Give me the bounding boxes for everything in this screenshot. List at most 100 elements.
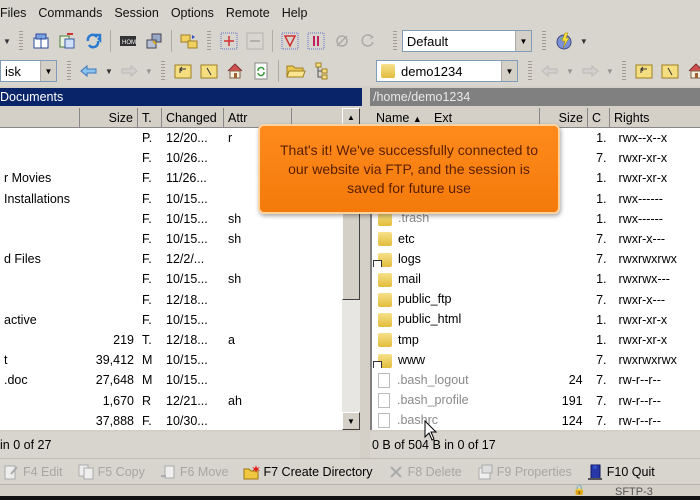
forward-arrow-icon[interactable]	[579, 60, 601, 82]
dropdown-arrow-icon[interactable]: ▼	[3, 37, 11, 46]
table-row[interactable]: active F. 10/15...	[0, 310, 342, 330]
forward-arrow-icon[interactable]	[118, 60, 140, 82]
toolbar-grip[interactable]	[67, 61, 71, 81]
menu-commands[interactable]: Commands	[32, 0, 108, 26]
table-row[interactable]: .bash_logout 24 7. rw-r--r--	[372, 370, 700, 390]
dropdown-arrow-icon[interactable]: ▼	[606, 67, 614, 76]
table-row[interactable]: .bashrc 124 7. rw-r--r--	[372, 411, 700, 430]
f4-edit-button[interactable]: F4 Edit	[0, 461, 63, 483]
console-icon[interactable]: HOM	[117, 30, 139, 52]
column-type[interactable]: T.	[138, 108, 162, 128]
table-row[interactable]: public_ftp 7. rwxr-x---	[372, 290, 700, 310]
file-name-cell: public_ftp	[372, 292, 539, 307]
column-c[interactable]: C	[588, 108, 610, 128]
select-minus-icon[interactable]	[244, 30, 266, 52]
table-row[interactable]: .bash_profile 191 7. rw-r--r--	[372, 390, 700, 410]
file-type: F.	[142, 252, 152, 267]
refresh-icon[interactable]	[82, 30, 104, 52]
synchronize-icon[interactable]	[56, 30, 78, 52]
column-rights[interactable]: Rights	[610, 108, 700, 128]
preferences-icon[interactable]	[30, 30, 52, 52]
table-row[interactable]: mail 1. rwxrwx---	[372, 269, 700, 289]
table-row[interactable]: public_html 1. rwxr-xr-x	[372, 310, 700, 330]
chevron-down-icon[interactable]: ▼	[514, 31, 531, 51]
toolbar-grip[interactable]	[160, 61, 165, 81]
table-row[interactable]: F. 10/15... sh	[0, 229, 342, 249]
column-size[interactable]: Size	[80, 108, 138, 128]
parent-directory-icon[interactable]	[633, 60, 655, 82]
table-row[interactable]: .doc 27,648 M 10/15...	[0, 370, 342, 390]
drive-select[interactable]: isk ▼	[0, 60, 57, 82]
file-name-cell: mail	[372, 272, 539, 287]
menu-files[interactable]: Files	[0, 0, 32, 26]
back-arrow-icon[interactable]	[539, 60, 561, 82]
f8-delete-button[interactable]: F8 Delete	[385, 461, 462, 483]
home-icon[interactable]	[224, 60, 246, 82]
f7-create-directory-button[interactable]: F7 Create Directory	[241, 461, 373, 483]
table-row[interactable]: 1,670 R 12/21... ah	[0, 390, 342, 410]
refresh-directory-icon[interactable]	[250, 60, 272, 82]
toolbar-grip[interactable]	[206, 31, 211, 51]
root-directory-icon[interactable]	[659, 60, 681, 82]
table-row[interactable]: logs 7. rwxrwxrwx	[372, 249, 700, 269]
dropdown-arrow-icon[interactable]: ▼	[105, 67, 113, 76]
queue-icon[interactable]	[178, 30, 200, 52]
tree-view-icon[interactable]	[311, 60, 333, 82]
putty-icon[interactable]	[143, 30, 165, 52]
column-changed[interactable]: Changed	[162, 108, 224, 128]
table-row[interactable]: t 39,412 M 10/15...	[0, 350, 342, 370]
toolbar-grip[interactable]	[528, 61, 532, 81]
toolbar-grip[interactable]	[541, 31, 546, 51]
file-rights: rwxr-x---	[618, 232, 666, 247]
table-row[interactable]: F. 12/18...	[0, 290, 342, 310]
remote-panel-toolbar: demo1234 ▼ ▼ ▼	[376, 60, 700, 82]
file-size: 191	[561, 393, 583, 408]
f5-copy-button[interactable]: F5 Copy	[75, 461, 145, 483]
file-changed: 10/15...	[166, 191, 208, 206]
remote-directory-select[interactable]: demo1234 ▼	[376, 60, 518, 82]
home-icon[interactable]	[685, 60, 700, 82]
dropdown-arrow-icon[interactable]: ▼	[145, 67, 153, 76]
table-row[interactable]: www 7. rwxrwxrwx	[372, 350, 700, 370]
dropdown-arrow-icon[interactable]: ▼	[580, 37, 588, 46]
invert-selection-icon[interactable]	[305, 30, 327, 52]
menu-options[interactable]: Options	[165, 0, 220, 26]
file-c: 1.	[596, 332, 607, 347]
scroll-down-button[interactable]: ▼	[342, 412, 360, 430]
file-name: public_ftp	[398, 292, 452, 307]
toolbar-grip[interactable]	[18, 31, 23, 51]
file-name-cell: .bash_profile	[372, 393, 539, 409]
main-toolbar: ▼ HOM Default ▼ ▼	[0, 26, 700, 56]
open-directory-icon[interactable]	[285, 60, 307, 82]
clear-filter-icon[interactable]	[331, 30, 353, 52]
filter-icon[interactable]	[279, 30, 301, 52]
table-row[interactable]: tmp 1. rwxr-xr-x	[372, 330, 700, 350]
file-changed: 10/30...	[166, 413, 208, 428]
f6-move-button[interactable]: F6 Move	[157, 461, 229, 483]
menu-help[interactable]: Help	[276, 0, 314, 26]
table-row[interactable]: 37,888 F. 10/30...	[0, 411, 342, 430]
parent-directory-icon[interactable]	[172, 60, 194, 82]
table-row[interactable]: etc 7. rwxr-x---	[372, 229, 700, 249]
file-size: 39,412	[95, 353, 134, 368]
dropdown-arrow-icon[interactable]: ▼	[566, 67, 574, 76]
f10-quit-button[interactable]: F10 Quit	[584, 461, 655, 483]
menu-session[interactable]: Session	[108, 0, 164, 26]
select-plus-icon[interactable]	[218, 30, 240, 52]
table-row[interactable]: 219 T. 12/18... a	[0, 330, 342, 350]
table-row[interactable]: d Files F. 12/2/...	[0, 249, 342, 269]
toolbar-separator	[271, 30, 273, 52]
column-name[interactable]	[0, 108, 80, 128]
back-arrow-icon[interactable]	[78, 60, 100, 82]
chevron-down-icon[interactable]: ▼	[40, 61, 56, 81]
toolbar-grip[interactable]	[621, 61, 626, 81]
toolbar-grip[interactable]	[392, 31, 397, 51]
menu-remote[interactable]: Remote	[220, 0, 276, 26]
transfer-settings-select[interactable]: Default ▼	[401, 30, 532, 52]
f9-properties-button[interactable]: F9 Properties	[474, 461, 572, 483]
table-row[interactable]: F. 10/15... sh	[0, 269, 342, 289]
chevron-down-icon[interactable]: ▼	[501, 61, 517, 81]
root-directory-icon[interactable]	[198, 60, 220, 82]
globe-lightning-icon[interactable]	[553, 30, 575, 52]
reload-icon[interactable]	[357, 30, 379, 52]
